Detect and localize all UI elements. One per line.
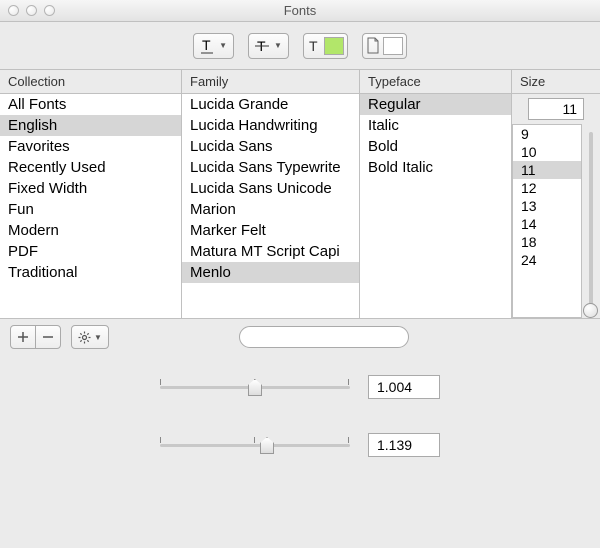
list-item[interactable]: 12: [513, 179, 581, 197]
list-item[interactable]: Traditional: [0, 262, 181, 283]
document-icon: [366, 37, 380, 55]
list-item[interactable]: 11: [513, 161, 581, 179]
text-color-icon: T: [307, 38, 321, 54]
list-item[interactable]: Fixed Width: [0, 178, 181, 199]
list-item[interactable]: 18: [513, 233, 581, 251]
list-item[interactable]: Favorites: [0, 136, 181, 157]
list-item[interactable]: 14: [513, 215, 581, 233]
gear-icon: [78, 331, 91, 344]
effects-toolbar: T ▼ T ▼ T: [0, 22, 600, 70]
list-item[interactable]: English: [0, 115, 181, 136]
list-item[interactable]: Marion: [182, 199, 359, 220]
size-input[interactable]: [528, 98, 584, 120]
document-color-swatch: [383, 37, 403, 55]
list-item[interactable]: Lucida Sans Unicode: [182, 178, 359, 199]
list-item[interactable]: Lucida Handwriting: [182, 115, 359, 136]
slider-1-thumb[interactable]: [248, 379, 262, 396]
window-title: Fonts: [0, 3, 600, 18]
typeface-header: Typeface: [360, 70, 512, 94]
document-color-button[interactable]: [362, 33, 407, 59]
chevron-down-icon: ▼: [94, 333, 102, 342]
family-list[interactable]: Lucida GrandeLucida HandwritingLucida Sa…: [182, 94, 360, 318]
slider-2-thumb[interactable]: [260, 437, 274, 454]
bottom-bar: ▼: [0, 319, 600, 355]
collection-header: Collection: [0, 70, 182, 94]
collection-list[interactable]: All FontsEnglishFavoritesRecently UsedFi…: [0, 94, 182, 318]
add-remove-group: [10, 325, 61, 349]
slider-2[interactable]: [160, 435, 350, 455]
family-column: Family Lucida GrandeLucida HandwritingLu…: [182, 70, 360, 318]
list-item[interactable]: 10: [513, 143, 581, 161]
slider-2-value[interactable]: [368, 433, 440, 457]
typeface-column: Typeface RegularItalicBoldBold Italic: [360, 70, 512, 318]
list-item[interactable]: 24: [513, 251, 581, 269]
list-item[interactable]: 13: [513, 197, 581, 215]
list-item[interactable]: Regular: [360, 94, 511, 115]
list-item[interactable]: Modern: [0, 220, 181, 241]
add-button[interactable]: [10, 325, 36, 349]
family-header: Family: [182, 70, 360, 94]
chevron-down-icon: ▼: [274, 41, 282, 50]
chevron-down-icon: ▼: [219, 41, 227, 50]
size-slider[interactable]: [582, 124, 600, 318]
search-wrap: [239, 326, 409, 348]
text-color-button[interactable]: T: [303, 33, 348, 59]
action-menu-button[interactable]: ▼: [71, 325, 109, 349]
size-header: Size: [512, 70, 600, 94]
svg-text:T: T: [309, 38, 318, 54]
list-item[interactable]: Matura MT Script Capi: [182, 241, 359, 262]
adjustment-sliders: [0, 355, 600, 477]
size-list[interactable]: 910111213141824: [512, 124, 582, 318]
slider-1-value[interactable]: [368, 375, 440, 399]
search-input[interactable]: [239, 326, 409, 348]
list-item[interactable]: 9: [513, 125, 581, 143]
strikethrough-icon: T: [255, 38, 269, 54]
list-item[interactable]: Recently Used: [0, 157, 181, 178]
slider-row-2: [160, 433, 440, 457]
minus-icon: [43, 332, 53, 342]
underline-button[interactable]: T ▼: [193, 33, 234, 59]
list-item[interactable]: Lucida Grande: [182, 94, 359, 115]
list-item[interactable]: Marker Felt: [182, 220, 359, 241]
slider-1[interactable]: [160, 377, 350, 397]
list-item[interactable]: Fun: [0, 199, 181, 220]
slider-row-1: [160, 375, 440, 399]
list-item[interactable]: Menlo: [182, 262, 359, 283]
text-color-swatch: [324, 37, 344, 55]
strikethrough-button[interactable]: T ▼: [248, 33, 289, 59]
svg-text:T: T: [202, 38, 211, 53]
window-titlebar: Fonts: [0, 0, 600, 22]
size-column: Size 910111213141824: [512, 70, 600, 318]
list-item[interactable]: PDF: [0, 241, 181, 262]
underline-icon: T: [200, 38, 214, 54]
remove-button[interactable]: [35, 325, 61, 349]
typeface-list[interactable]: RegularItalicBoldBold Italic: [360, 94, 512, 318]
plus-icon: [18, 332, 28, 342]
list-item[interactable]: Lucida Sans: [182, 136, 359, 157]
collection-column: Collection All FontsEnglishFavoritesRece…: [0, 70, 182, 318]
list-item[interactable]: Bold Italic: [360, 157, 511, 178]
font-columns: Collection All FontsEnglishFavoritesRece…: [0, 70, 600, 319]
list-item[interactable]: All Fonts: [0, 94, 181, 115]
list-item[interactable]: Italic: [360, 115, 511, 136]
list-item[interactable]: Bold: [360, 136, 511, 157]
size-slider-thumb[interactable]: [583, 303, 598, 318]
list-item[interactable]: Lucida Sans Typewrite: [182, 157, 359, 178]
